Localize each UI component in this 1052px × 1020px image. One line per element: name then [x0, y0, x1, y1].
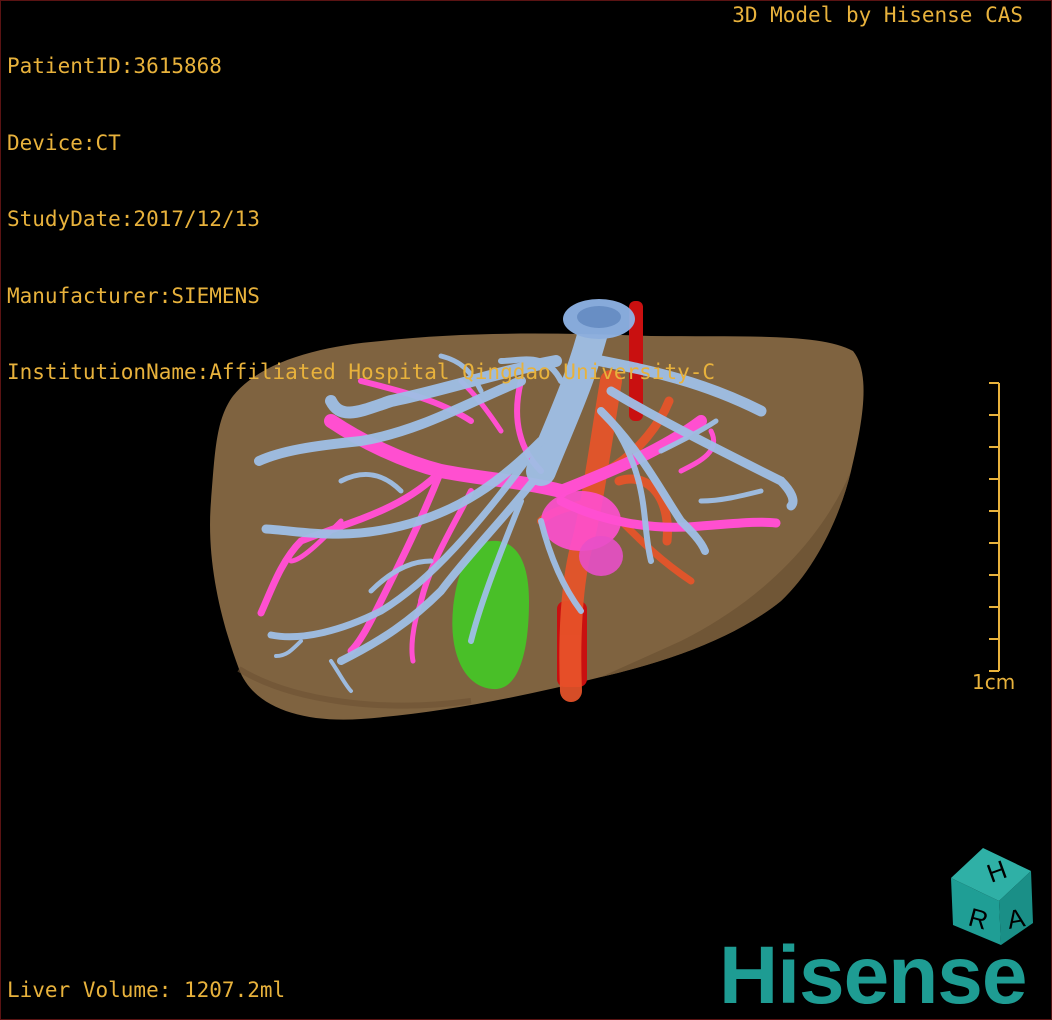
brand-logo: Hisense	[719, 930, 1028, 1020]
3d-viewport[interactable]: PatientID:3615868 Device:CT StudyDate:20…	[0, 0, 1052, 1020]
liver-volume: Liver Volume: 1207.2ml	[7, 978, 286, 1002]
dicom-info: PatientID:3615868 Device:CT StudyDate:20…	[7, 3, 715, 437]
model-credit: 3D Model by Hisense CAS	[732, 3, 1023, 27]
scale-label: 1cm	[972, 670, 1016, 694]
institution-name: InstitutionName:Affiliated Hospital Qing…	[7, 360, 716, 384]
device: Device:CT	[7, 130, 121, 155]
patient-id: PatientID:3615868	[7, 54, 222, 78]
manufacturer: Manufacturer:SIEMENS	[7, 283, 260, 308]
scale-bar	[989, 382, 1000, 672]
study-date: StudyDate:2017/12/13	[7, 207, 260, 231]
